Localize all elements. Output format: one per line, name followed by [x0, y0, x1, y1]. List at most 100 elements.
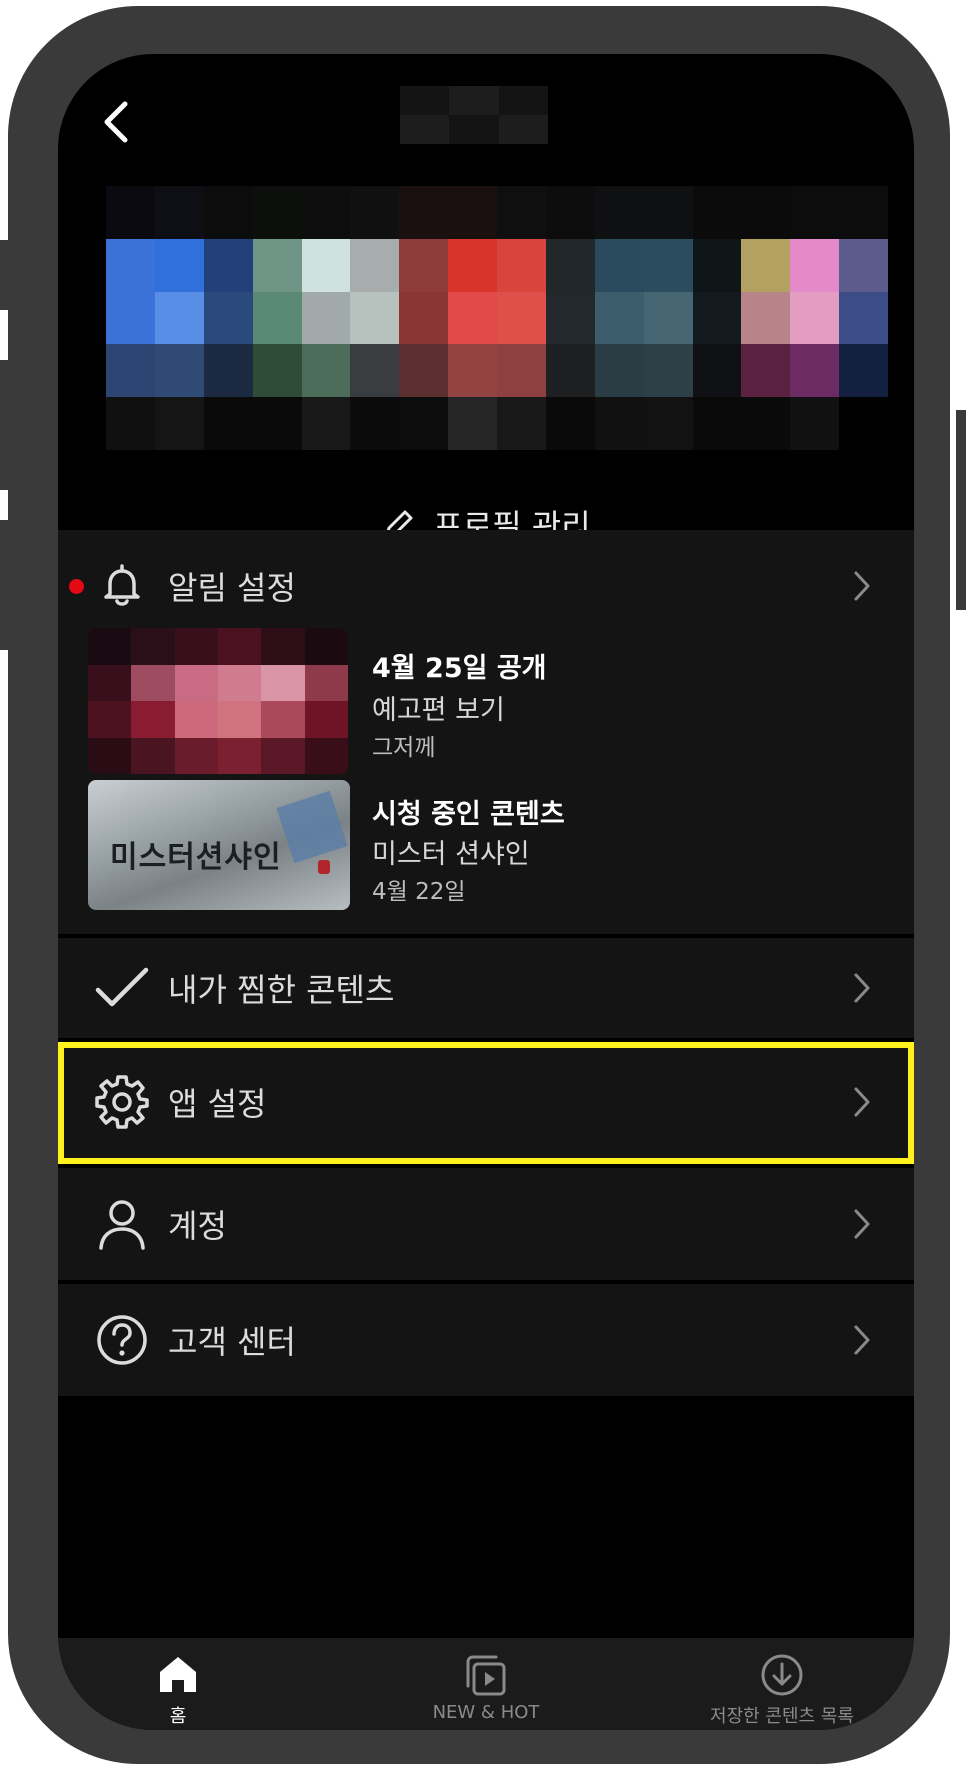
- pixel-block: [692, 291, 742, 345]
- pixel-block: [741, 238, 791, 292]
- pixel-block: [88, 628, 132, 665]
- pixel-block: [790, 238, 840, 292]
- notification-settings-row[interactable]: 알림 설정: [58, 550, 914, 622]
- pixel-block: [497, 238, 546, 292]
- notification-settings-label: 알림 설정: [168, 569, 296, 607]
- pixel-block: [131, 701, 175, 738]
- help-center-row[interactable]: 고객 센터: [58, 1304, 914, 1376]
- pixel-block: [545, 291, 595, 345]
- pixel-block: [643, 238, 693, 292]
- pixel-block: [301, 344, 351, 398]
- app-settings-label: 앱 설정: [168, 1085, 267, 1123]
- pixel-block: [252, 397, 302, 450]
- pixel-block: [154, 397, 204, 450]
- account-row[interactable]: 계정: [58, 1188, 914, 1260]
- pixel-block: [839, 238, 888, 292]
- tab-new-hot-label: NEW & HOT: [432, 1702, 540, 1723]
- pixel-block: [692, 238, 742, 292]
- chevron-left-icon: [104, 101, 128, 143]
- help-section: 고객 센터: [58, 1284, 914, 1396]
- pixel-block: [217, 737, 262, 774]
- pixel-block: [741, 344, 791, 398]
- pixel-block: [643, 344, 693, 398]
- pixel-block: [203, 397, 253, 450]
- question-circle-icon: [92, 1310, 152, 1370]
- chevron-right-icon: [850, 968, 874, 1008]
- pixel-block: [448, 291, 497, 345]
- screen: 프로필 관리 알림 설정 4월 25일 공개 예고편 보기 그저께 미스터션샤인…: [58, 54, 914, 1730]
- gear-icon: [92, 1072, 152, 1132]
- download-circle-icon: [662, 1652, 902, 1700]
- notification-thumbnail: 미스터션샤인: [88, 780, 350, 910]
- pixel-block: [594, 397, 644, 450]
- profile-avatars-censored[interactable]: [106, 186, 888, 450]
- pixel-block: [252, 344, 302, 398]
- help-center-label: 고객 센터: [168, 1323, 296, 1361]
- pixel-block: [350, 291, 400, 345]
- pixel-block: [174, 701, 218, 738]
- chevron-right-icon: [850, 1204, 874, 1244]
- pixel-block: [497, 291, 546, 345]
- pixel-block: [448, 397, 497, 450]
- pixel-block: [350, 186, 400, 239]
- poster-title-text: 미스터션샤인: [110, 840, 282, 875]
- pixel-block: [217, 664, 262, 701]
- pixel-block: [203, 186, 253, 239]
- pixel-block: [106, 238, 155, 292]
- pixel-block: [497, 344, 546, 398]
- pixel-block: [497, 397, 546, 450]
- notification-subtitle: 미스터 션샤인: [372, 839, 530, 870]
- pixel-block: [399, 344, 449, 398]
- pixel-block: [217, 701, 262, 738]
- app-settings-row[interactable]: 앱 설정: [58, 1066, 914, 1138]
- poster-seal-graphic: [318, 860, 330, 874]
- pixel-block: [131, 737, 175, 774]
- poster-flag-graphic: [276, 790, 348, 864]
- notification-item[interactable]: 미스터션샤인 시청 중인 콘텐츠 미스터 션샤인 4월 22일: [88, 778, 868, 928]
- person-icon: [92, 1194, 152, 1254]
- tab-home[interactable]: 홈: [58, 1638, 298, 1730]
- pixel-block: [88, 737, 132, 774]
- bottom-tab-bar: 홈 NEW & HOT 저장한 콘텐츠 목록: [58, 1638, 914, 1730]
- back-button[interactable]: [88, 94, 144, 150]
- pixel-block: [790, 397, 840, 450]
- bell-icon: [92, 556, 152, 616]
- pixel-block: [88, 701, 132, 738]
- pixel-block: [594, 238, 644, 292]
- my-list-row[interactable]: 내가 찜한 콘텐츠: [58, 952, 914, 1024]
- pixel-block: [399, 186, 449, 239]
- phone-frame: 프로필 관리 알림 설정 4월 25일 공개 예고편 보기 그저께 미스터션샤인…: [8, 6, 950, 1764]
- chevron-right-icon: [850, 1082, 874, 1122]
- app-settings-section: 앱 설정: [58, 1044, 914, 1162]
- pixel-block: [790, 344, 840, 398]
- notification-title: 시청 중인 콘텐츠: [372, 799, 565, 830]
- pixel-block: [839, 186, 888, 239]
- pixel-block: [301, 291, 351, 345]
- pixel-block: [203, 291, 253, 345]
- pixel-block: [174, 737, 218, 774]
- new-indicator-dot: [69, 578, 84, 594]
- pixel-block: [304, 664, 348, 701]
- pixel-block: [261, 664, 305, 701]
- tab-downloads-label: 저장한 콘텐츠 목록: [710, 1706, 854, 1727]
- pixel-block: [252, 291, 302, 345]
- pixel-block: [594, 291, 644, 345]
- pixel-block: [350, 344, 400, 398]
- pixel-block: [261, 628, 305, 665]
- pixel-block: [594, 344, 644, 398]
- notification-item[interactable]: 4월 25일 공개 예고편 보기 그저께: [88, 628, 868, 778]
- pixel-block: [448, 238, 497, 292]
- phone-side-button: [956, 410, 966, 610]
- notification-title: 4월 25일 공개: [372, 653, 547, 684]
- pixel-block: [448, 186, 497, 239]
- notification-subtitle: 예고편 보기: [372, 695, 505, 726]
- pixel-block: [839, 397, 888, 450]
- tab-downloads[interactable]: 저장한 콘텐츠 목록: [662, 1638, 902, 1730]
- pixel-block: [217, 628, 262, 665]
- pixel-block: [131, 628, 175, 665]
- pixel-block: [174, 664, 218, 701]
- pixel-block: [692, 344, 742, 398]
- pixel-block: [839, 291, 888, 345]
- my-list-label: 내가 찜한 콘텐츠: [168, 971, 395, 1009]
- tab-new-hot[interactable]: NEW & HOT: [366, 1638, 606, 1730]
